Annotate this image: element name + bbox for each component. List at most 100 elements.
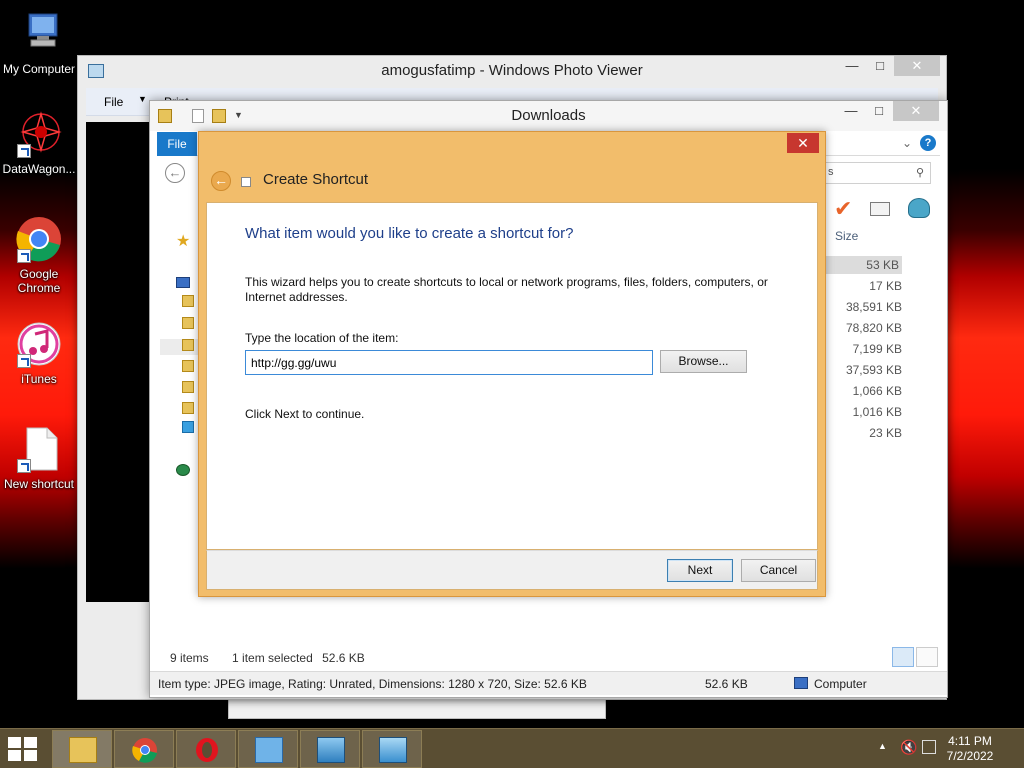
blank-file-icon — [15, 425, 63, 473]
window-title: Downloads — [511, 107, 586, 124]
folder-icon — [69, 737, 97, 763]
favorites-star-icon[interactable]: ★ — [176, 231, 190, 251]
ribbon-extra-icons: ✔ — [834, 198, 944, 222]
view-toggle — [892, 647, 938, 667]
desktop-icon-label: Google Chrome — [17, 267, 61, 295]
checkmark-icon[interactable]: ✔ — [834, 198, 852, 220]
folder-icon[interactable] — [182, 360, 194, 372]
browse-button[interactable]: Browse... — [660, 350, 747, 373]
photo-viewer-icon — [379, 737, 407, 763]
item-count: 9 items — [170, 651, 209, 665]
minimize-button[interactable]: — — [838, 56, 866, 76]
windows-drive-icon[interactable] — [182, 421, 194, 433]
wizard-header: ← Create Shortcut — [207, 165, 607, 195]
location-label: Computer — [814, 677, 867, 691]
folder-icon[interactable] — [182, 381, 194, 393]
datawagon-icon — [15, 110, 63, 158]
folder-icon[interactable] — [182, 317, 194, 329]
photo-viewer-titlebar[interactable]: amogusfatimp - Windows Photo Viewer — □ … — [78, 56, 946, 86]
wizard-body: What item would you like to create a sho… — [206, 202, 818, 550]
folder-icon[interactable] — [182, 339, 194, 351]
large-icons-view-icon[interactable] — [916, 647, 938, 667]
taskbar: ▲ 🔇 4:11 PM 7/2/2022 — [0, 728, 1024, 768]
close-button[interactable]: ✕ — [894, 56, 940, 76]
opera-icon — [193, 737, 221, 763]
help-icon[interactable]: ? — [920, 135, 936, 151]
search-input[interactable]: s ⚲ — [821, 162, 931, 184]
desktop-icon-my-computer[interactable]: My Computer — [1, 10, 77, 76]
photo-display-area — [86, 122, 150, 602]
close-button[interactable]: ✕ — [893, 101, 939, 121]
location-label: Type the location of the item: — [245, 331, 399, 345]
control-panel-icon — [255, 737, 283, 763]
size-cell: 17 KB — [869, 279, 902, 293]
close-button[interactable]: ✕ — [787, 133, 819, 153]
wizard-question: What item would you like to create a sho… — [245, 225, 574, 242]
start-windows-icon[interactable] — [8, 737, 38, 761]
size-cell: 7,199 KB — [852, 342, 902, 356]
back-arrow-icon[interactable]: ← — [165, 163, 185, 183]
details-view-icon[interactable] — [892, 647, 914, 667]
maximize-button[interactable]: □ — [865, 101, 893, 121]
envelope-icon[interactable] — [870, 202, 890, 216]
status-bar: 9 items 1 item selected 52.6 KB — [170, 651, 365, 665]
selection-count: 1 item selected — [232, 651, 313, 665]
folder-icon[interactable] — [182, 295, 194, 307]
location-input[interactable] — [245, 350, 653, 375]
size-cell: 1,016 KB — [852, 405, 902, 419]
chevron-down-icon: ▼ — [138, 94, 147, 104]
computer-icon[interactable] — [176, 277, 190, 288]
create-shortcut-dialog[interactable]: ✕ ← Create Shortcut What item would you … — [198, 131, 826, 597]
details-bar: Item type: JPEG image, Rating: Unrated, … — [150, 671, 947, 695]
taskbar-control-panel[interactable] — [238, 730, 298, 768]
taskbar-file-explorer[interactable] — [52, 730, 112, 768]
taskbar-clock[interactable]: 4:11 PM 7/2/2022 — [938, 734, 1002, 764]
desktop-icon-new-shortcut[interactable]: New shortcut — [1, 425, 77, 491]
computer-icon — [15, 10, 63, 58]
desktop-icon-label: New shortcut — [3, 477, 75, 491]
search-text: s — [828, 166, 834, 178]
desktop-icon-datawagon[interactable]: DataWagon... — [1, 110, 77, 176]
size-cell: 53 KB — [826, 256, 902, 274]
next-button[interactable]: Next — [667, 559, 733, 582]
network-icon[interactable] — [176, 464, 190, 476]
shortcut-arrow-icon — [17, 249, 31, 263]
dialog-title: Create Shortcut — [263, 171, 369, 188]
chevron-down-icon[interactable]: ⌄ — [902, 136, 912, 150]
desktop-icon-google-chrome[interactable]: Google Chrome — [1, 215, 77, 295]
tab-file[interactable]: File — [157, 132, 197, 156]
shortcut-arrow-icon — [17, 459, 31, 473]
window-title: amogusfatimp - Windows Photo Viewer — [381, 62, 643, 79]
computer-icon — [794, 677, 808, 689]
menu-file[interactable]: File — [104, 95, 123, 109]
chevron-up-icon[interactable]: ▲ — [878, 741, 887, 751]
back-arrow-icon[interactable]: ← — [211, 171, 231, 191]
shortcut-icon — [241, 177, 251, 187]
network-icon[interactable] — [922, 740, 936, 754]
shell-icon[interactable] — [908, 198, 930, 218]
size-cell: 78,820 KB — [845, 321, 902, 335]
clock-date: 7/2/2022 — [946, 749, 994, 763]
search-icon: ⚲ — [915, 167, 924, 179]
taskbar-chrome[interactable] — [114, 730, 174, 768]
chrome-icon — [15, 215, 63, 263]
item-details: Item type: JPEG image, Rating: Unrated, … — [158, 677, 587, 691]
photo-viewer-icon — [317, 737, 345, 763]
selection-size: 52.6 KB — [322, 651, 365, 665]
item-size: 52.6 KB — [705, 677, 748, 691]
taskbar-photo-viewer-2[interactable] — [362, 730, 422, 768]
desktop-icon-itunes[interactable]: iTunes — [1, 320, 77, 386]
size-cell: 1,066 KB — [852, 384, 902, 398]
column-header-size[interactable]: Size — [835, 229, 858, 243]
minimize-button[interactable]: — — [837, 101, 865, 121]
cancel-button[interactable]: Cancel — [741, 559, 816, 582]
folder-icon[interactable] — [182, 402, 194, 414]
size-cell: 38,591 KB — [845, 300, 902, 314]
taskbar-photo-viewer[interactable] — [300, 730, 360, 768]
taskbar-opera[interactable] — [176, 730, 236, 768]
desktop-icon-label: DataWagon... — [2, 162, 76, 176]
explorer-titlebar[interactable]: ▼ Downloads — □ ✕ — [150, 101, 947, 131]
clock-time: 4:11 PM — [948, 734, 992, 748]
speaker-muted-icon[interactable]: 🔇 — [900, 739, 917, 756]
maximize-button[interactable]: □ — [866, 56, 894, 76]
